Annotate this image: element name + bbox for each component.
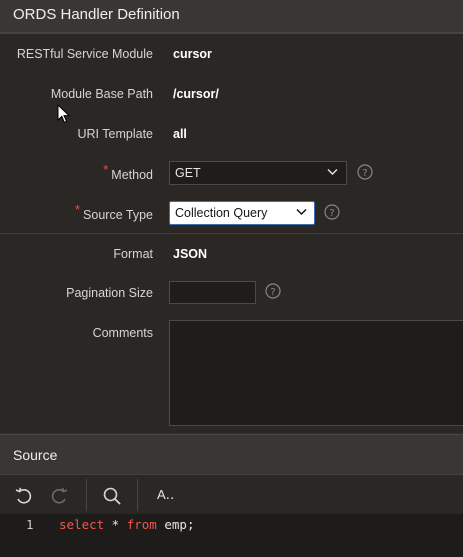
redo-icon[interactable]: [48, 485, 70, 507]
divider: [0, 233, 463, 234]
code-line[interactable]: select * from emp;: [59, 517, 194, 532]
base-path-value: /cursor/: [173, 87, 219, 101]
source-type-label: * Source Type: [75, 202, 153, 222]
source-type-select-value: Collection Query: [175, 206, 268, 220]
chevron-down-icon: [296, 208, 307, 216]
form-body: RESTful Service Module cursor Module Bas…: [0, 33, 463, 433]
help-icon[interactable]: ?: [357, 164, 373, 180]
row-method: * Method GET ?: [0, 155, 463, 195]
editor-toolbar: A‥: [0, 474, 463, 515]
svg-text:?: ?: [362, 168, 367, 179]
base-path-label: Module Base Path: [50, 87, 153, 101]
row-pagination-size: Pagination Size ?: [0, 274, 463, 314]
code-editor[interactable]: 1 select * from emp;: [0, 514, 463, 557]
code-text: emp;: [156, 517, 195, 532]
chevron-down-icon: [327, 169, 338, 175]
font-size-button[interactable]: A‥: [157, 487, 174, 503]
code-text: *: [104, 517, 127, 532]
svg-text:?: ?: [329, 208, 334, 219]
undo-icon[interactable]: [13, 485, 35, 507]
method-select[interactable]: GET: [169, 161, 347, 185]
mouse-pointer-icon: [57, 104, 71, 124]
divider: [0, 33, 463, 34]
search-icon[interactable]: [101, 485, 123, 507]
format-label: Format: [113, 247, 153, 261]
toolbar-separator: [137, 479, 138, 511]
code-keyword: select: [59, 517, 105, 532]
code-keyword: from: [126, 517, 157, 532]
row-source-type: * Source Type Collection Query ?: [0, 195, 463, 235]
uri-template-label: URI Template: [77, 127, 154, 141]
ords-handler-page: ORDS Handler Definition RESTful Service …: [0, 0, 463, 557]
method-label: * Method: [103, 162, 153, 182]
pagination-size-label: Pagination Size: [66, 286, 153, 300]
source-type-select[interactable]: Collection Query: [169, 201, 315, 225]
help-icon[interactable]: ?: [324, 204, 340, 220]
method-select-value: GET: [175, 166, 201, 180]
module-value: cursor: [173, 47, 212, 61]
module-label: RESTful Service Module: [16, 47, 153, 61]
comments-textarea[interactable]: [169, 320, 463, 426]
source-title: Source: [13, 447, 58, 463]
source-region-header: Source: [0, 434, 463, 475]
toolbar-separator: [86, 479, 87, 511]
line-number: 1: [26, 517, 34, 532]
help-icon[interactable]: ?: [265, 283, 281, 299]
row-format: Format JSON: [0, 235, 463, 275]
pagination-size-input[interactable]: [169, 281, 256, 304]
required-marker: *: [103, 162, 109, 177]
row-module: RESTful Service Module cursor: [0, 35, 463, 75]
method-label-text: Method: [111, 168, 153, 182]
svg-text:?: ?: [270, 287, 275, 298]
uri-template-value: all: [173, 127, 187, 141]
region-title: ORDS Handler Definition: [13, 6, 180, 23]
source-type-label-text: Source Type: [83, 208, 153, 222]
format-value: JSON: [173, 247, 208, 261]
region-header: ORDS Handler Definition: [0, 0, 463, 33]
comments-label: Comments: [92, 326, 153, 340]
required-marker: *: [74, 202, 81, 217]
